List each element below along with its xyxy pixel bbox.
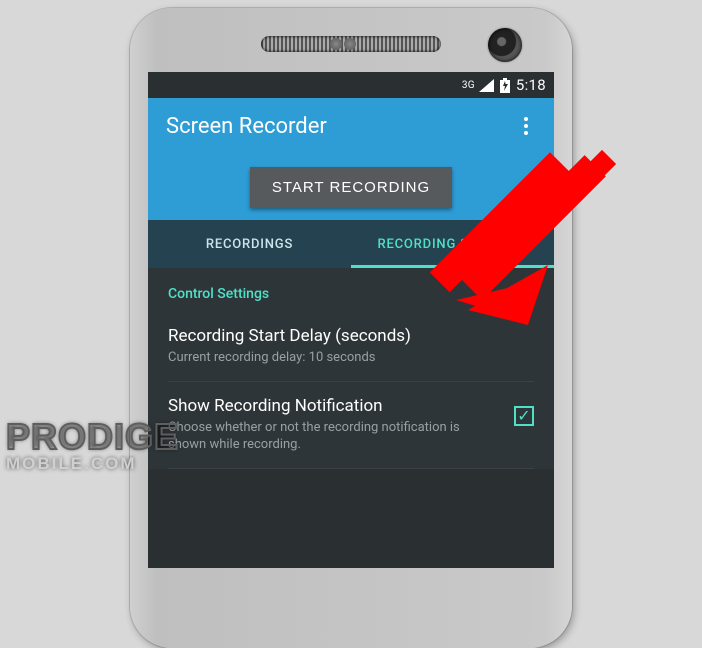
tab-recording-settings[interactable]: RECORDING SETTINGS	[351, 220, 554, 268]
watermark-line1: PRODIGE	[6, 416, 179, 458]
phone-frame: 3G 5:18 Screen Recorder START RECORDING …	[130, 8, 572, 648]
clock: 5:18	[516, 76, 546, 94]
overflow-menu-icon[interactable]	[516, 109, 536, 143]
setting-item-start-delay[interactable]: Recording Start Delay (seconds) Current …	[168, 312, 534, 382]
phone-front-camera	[488, 28, 522, 62]
action-area: START RECORDING	[148, 154, 554, 220]
phone-sensor-dot	[344, 38, 356, 50]
tab-bar: RECORDINGS RECORDING SETTINGS	[148, 220, 554, 268]
tab-label: RECORDING SETTINGS	[378, 237, 528, 252]
start-recording-button[interactable]: START RECORDING	[250, 167, 452, 208]
tab-recordings[interactable]: RECORDINGS	[148, 220, 351, 268]
app-bar: Screen Recorder	[148, 98, 554, 154]
status-bar: 3G 5:18	[148, 72, 554, 98]
signal-icon	[479, 79, 494, 92]
battery-icon	[500, 78, 510, 93]
setting-item-show-notification[interactable]: Show Recording Notification Choose wheth…	[168, 382, 534, 469]
phone-sensor-dot	[330, 38, 342, 50]
setting-title: Show Recording Notification	[168, 396, 500, 416]
phone-screen: 3G 5:18 Screen Recorder START RECORDING …	[148, 72, 554, 568]
setting-subtitle: Choose whether or not the recording noti…	[168, 419, 500, 454]
settings-section-header: Control Settings	[168, 268, 534, 312]
app-title: Screen Recorder	[166, 114, 327, 139]
setting-subtitle: Current recording delay: 10 seconds	[168, 349, 411, 367]
setting-title: Recording Start Delay (seconds)	[168, 326, 411, 346]
settings-list: Control Settings Recording Start Delay (…	[148, 268, 554, 469]
checkbox-icon[interactable]: ✓	[514, 406, 534, 426]
tab-label: RECORDINGS	[206, 237, 293, 252]
watermark: PRODIGE MOBILE.COM	[6, 416, 179, 474]
network-label: 3G	[462, 80, 475, 91]
